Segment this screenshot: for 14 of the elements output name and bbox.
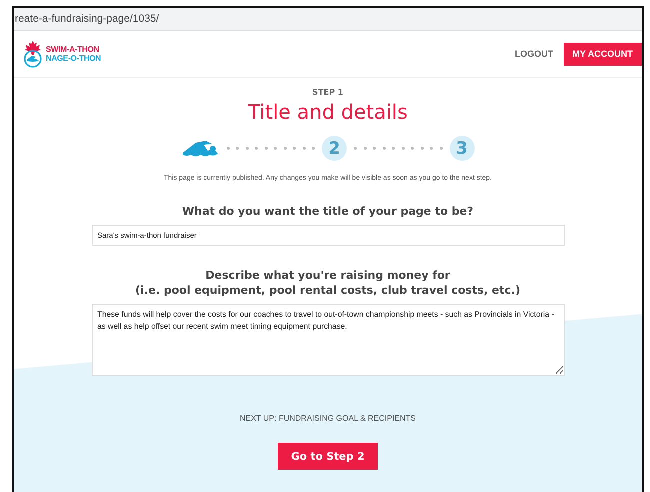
page-heading: Title and details (248, 100, 408, 124)
logo-text: NAGE-O-THON (46, 54, 102, 63)
logout-link[interactable]: LOGOUT (515, 49, 554, 59)
step-number: 2 (322, 136, 347, 161)
title-question: What do you want the title of your page to be? (182, 204, 474, 219)
step-number: 3 (450, 136, 474, 161)
step-label: STEP 1 (312, 88, 344, 97)
next-step-button[interactable]: Go to Step 2 (278, 443, 378, 470)
address-bar[interactable]: reate-a-fundraising-page/1035/ (14, 8, 642, 31)
next-up-text: NEXT UP: FUNDRAISING GOAL & RECIPIENTS (240, 414, 416, 423)
account-button[interactable]: MY ACCOUNT (564, 42, 642, 66)
logo-icon (22, 40, 44, 68)
description-question: Describe what you're raising money for (i.e. pool equipment, pool rental costs, club travel costs, etc.) (136, 268, 520, 298)
logo-text: SWIM-A-THON (46, 45, 100, 54)
